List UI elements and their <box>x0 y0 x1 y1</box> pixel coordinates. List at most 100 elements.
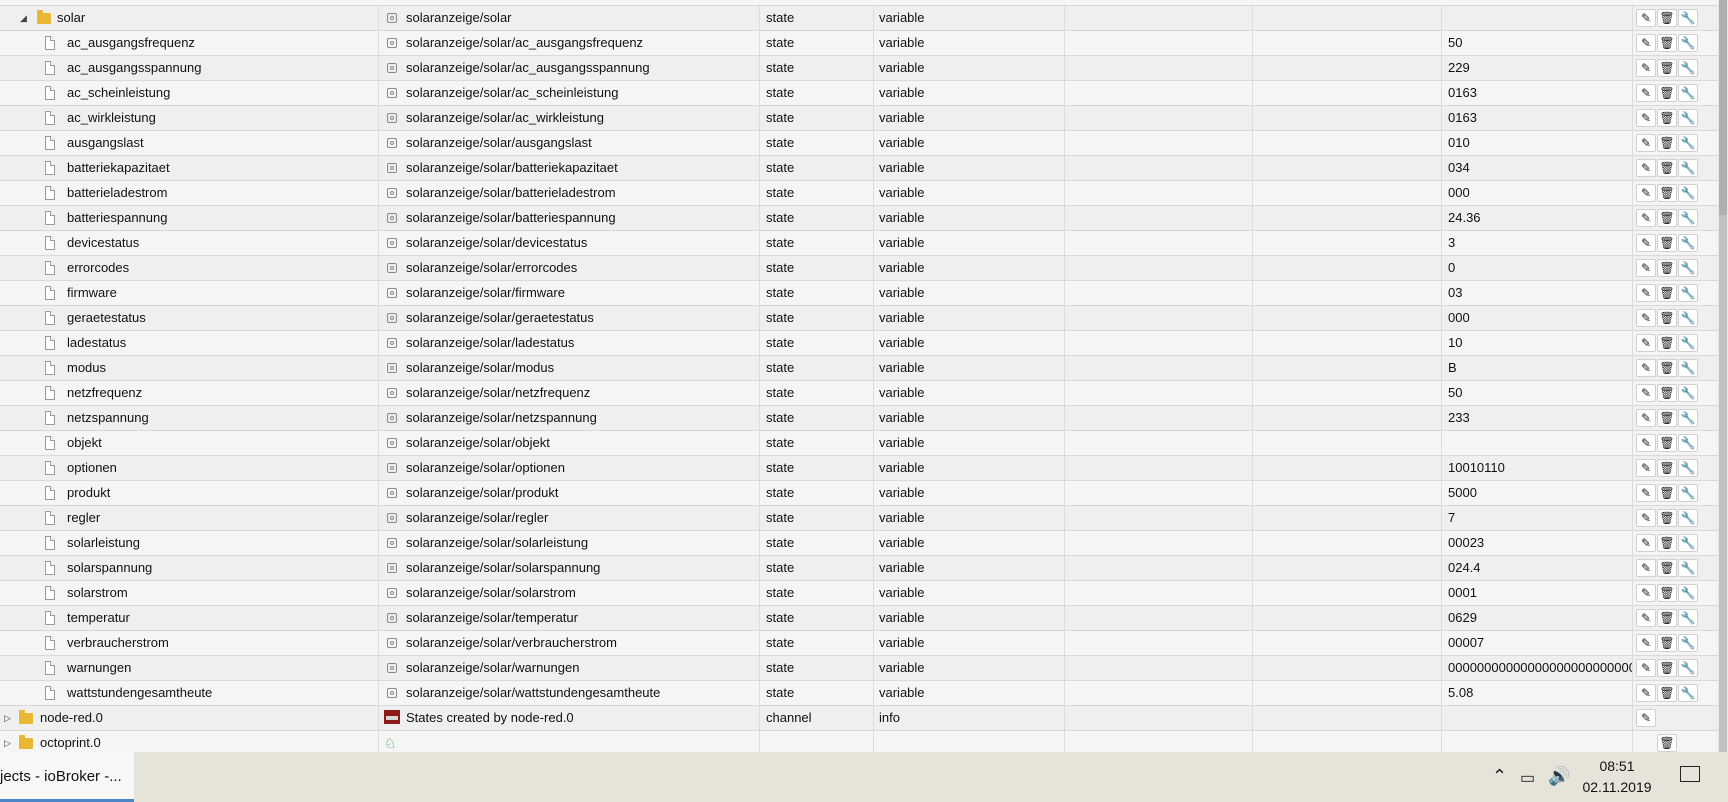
delete-icon[interactable]: 🗑 <box>1657 109 1677 127</box>
tree-row[interactable]: netzfrequenz solaranzeige/solar/netzfrequ… <box>0 381 1718 406</box>
tree-row[interactable]: geraetestatus solaranzeige/solar/geraetes… <box>0 306 1718 331</box>
delete-icon[interactable]: 🗑 <box>1657 334 1677 352</box>
tree-row[interactable]: warnungen solaranzeige/solar/warnungen sta… <box>0 656 1718 681</box>
wrench-icon[interactable]: 🔧 <box>1678 284 1698 302</box>
wrench-icon[interactable]: 🔧 <box>1678 184 1698 202</box>
edit-icon[interactable]: ✎ <box>1636 484 1656 502</box>
scrollbar-thumb[interactable] <box>1719 215 1727 752</box>
delete-icon[interactable]: 🗑 <box>1657 9 1677 27</box>
edit-icon[interactable]: ✎ <box>1636 184 1656 202</box>
edit-icon[interactable]: ✎ <box>1636 534 1656 552</box>
taskbar-clock[interactable]: 08:51 02.11.2019 <box>1580 756 1654 798</box>
edit-icon[interactable]: ✎ <box>1636 459 1656 477</box>
wrench-icon[interactable]: 🔧 <box>1678 609 1698 627</box>
edit-icon[interactable]: ✎ <box>1636 634 1656 652</box>
tree-row[interactable]: objekt solaranzeige/solar/objekt state vari… <box>0 431 1718 456</box>
edit-icon[interactable]: ✎ <box>1636 59 1656 77</box>
chevron-up-icon[interactable]: ⌃ <box>1492 766 1507 787</box>
wrench-icon[interactable]: 🔧 <box>1678 109 1698 127</box>
tree-row[interactable]: errorcodes solaranzeige/solar/errorcodes s… <box>0 256 1718 281</box>
tree-row[interactable]: ac_ausgangsspannung solaranzeige/solar/ac… <box>0 56 1718 81</box>
expand-arrow-icon[interactable]: ▷ <box>4 731 11 752</box>
edit-icon[interactable]: ✎ <box>1636 309 1656 327</box>
tree-row[interactable]: batteriespannung solaranzeige/solar/batte… <box>0 206 1718 231</box>
edit-icon[interactable]: ✎ <box>1636 359 1656 377</box>
wrench-icon[interactable]: 🔧 <box>1678 234 1698 252</box>
edit-icon[interactable]: ✎ <box>1636 409 1656 427</box>
wrench-icon[interactable]: 🔧 <box>1678 434 1698 452</box>
delete-icon[interactable]: 🗑 <box>1657 634 1677 652</box>
wrench-icon[interactable]: 🔧 <box>1678 659 1698 677</box>
delete-icon[interactable]: 🗑 <box>1657 559 1677 577</box>
edit-icon[interactable]: ✎ <box>1636 509 1656 527</box>
wrench-icon[interactable]: 🔧 <box>1678 684 1698 702</box>
collapse-arrow-icon[interactable]: ◢ <box>20 6 27 30</box>
delete-icon[interactable]: 🗑 <box>1657 309 1677 327</box>
delete-icon[interactable]: 🗑 <box>1657 509 1677 527</box>
delete-icon[interactable]: 🗑 <box>1657 209 1677 227</box>
taskbar-app-iobroker[interactable]: jects - ioBroker -... <box>0 752 134 802</box>
tree-row[interactable]: regler solaranzeige/solar/regler state vari… <box>0 506 1718 531</box>
delete-icon[interactable]: 🗑 <box>1657 184 1677 202</box>
tree-row[interactable]: solarleistung solaranzeige/solar/solarlei… <box>0 531 1718 556</box>
delete-icon[interactable]: 🗑 <box>1657 734 1677 752</box>
edit-icon[interactable]: ✎ <box>1636 209 1656 227</box>
wrench-icon[interactable]: 🔧 <box>1678 459 1698 477</box>
edit-icon[interactable]: ✎ <box>1636 659 1656 677</box>
tree-row[interactable]: ac_ausgangsfrequenz solaranzeige/solar/ac… <box>0 31 1718 56</box>
tree-row[interactable]: ausgangslast solaranzeige/solar/ausgangsl… <box>0 131 1718 156</box>
tree-row[interactable]: verbraucherstrom solaranzeige/solar/verbr… <box>0 631 1718 656</box>
edit-icon[interactable]: ✎ <box>1636 384 1656 402</box>
wrench-icon[interactable]: 🔧 <box>1678 159 1698 177</box>
wrench-icon[interactable]: 🔧 <box>1678 359 1698 377</box>
wrench-icon[interactable]: 🔧 <box>1678 559 1698 577</box>
tree-row[interactable]: firmware solaranzeige/solar/firmware state… <box>0 281 1718 306</box>
wrench-icon[interactable]: 🔧 <box>1678 384 1698 402</box>
edit-icon[interactable]: ✎ <box>1636 434 1656 452</box>
edit-icon[interactable]: ✎ <box>1636 109 1656 127</box>
edit-icon[interactable]: ✎ <box>1636 709 1656 727</box>
delete-icon[interactable]: 🗑 <box>1657 84 1677 102</box>
tree-row[interactable]: optionen solaranzeige/solar/optionen state… <box>0 456 1718 481</box>
edit-icon[interactable]: ✎ <box>1636 84 1656 102</box>
edit-icon[interactable]: ✎ <box>1636 234 1656 252</box>
wrench-icon[interactable]: 🔧 <box>1678 9 1698 27</box>
delete-icon[interactable]: 🗑 <box>1657 284 1677 302</box>
tree-row[interactable]: netzspannung solaranzeige/solar/netzspann… <box>0 406 1718 431</box>
edit-icon[interactable]: ✎ <box>1636 609 1656 627</box>
scrollbar-track-upper[interactable] <box>1719 0 1727 215</box>
tree-row[interactable]: ac_wirkleistung solaranzeige/solar/ac_wir… <box>0 106 1718 131</box>
delete-icon[interactable]: 🗑 <box>1657 484 1677 502</box>
wrench-icon[interactable]: 🔧 <box>1678 259 1698 277</box>
delete-icon[interactable]: 🗑 <box>1657 534 1677 552</box>
delete-icon[interactable]: 🗑 <box>1657 609 1677 627</box>
edit-icon[interactable]: ✎ <box>1636 284 1656 302</box>
tree-row[interactable]: solarspannung solaranzeige/solar/solarspa… <box>0 556 1718 581</box>
delete-icon[interactable]: 🗑 <box>1657 59 1677 77</box>
delete-icon[interactable]: 🗑 <box>1657 409 1677 427</box>
delete-icon[interactable]: 🗑 <box>1657 259 1677 277</box>
edit-icon[interactable]: ✎ <box>1636 34 1656 52</box>
delete-icon[interactable]: 🗑 <box>1657 134 1677 152</box>
wrench-icon[interactable]: 🔧 <box>1678 59 1698 77</box>
tree-row[interactable]: solarstrom solaranzeige/solar/solarstrom s… <box>0 581 1718 606</box>
wrench-icon[interactable]: 🔧 <box>1678 484 1698 502</box>
tree-row[interactable]: ac_scheinleistung solaranzeige/solar/ac_s… <box>0 81 1718 106</box>
tree-row[interactable]: ladestatus solaranzeige/solar/ladestatus s… <box>0 331 1718 356</box>
tree-row[interactable]: produkt solaranzeige/solar/produkt state va… <box>0 481 1718 506</box>
expand-arrow-icon[interactable]: ▷ <box>4 706 11 730</box>
network-icon[interactable]: ▭ <box>1520 768 1535 788</box>
tree-row[interactable]: temperatur solaranzeige/solar/temperatur s… <box>0 606 1718 631</box>
edit-icon[interactable]: ✎ <box>1636 584 1656 602</box>
wrench-icon[interactable]: 🔧 <box>1678 534 1698 552</box>
tree-row[interactable]: devicestatus solaranzeige/solar/devicesta… <box>0 231 1718 256</box>
tree-row-folder[interactable]: ▷ octoprint.0 ♘ 🗑 <box>0 731 1718 752</box>
wrench-icon[interactable]: 🔧 <box>1678 309 1698 327</box>
edit-icon[interactable]: ✎ <box>1636 134 1656 152</box>
tree-row[interactable]: modus solaranzeige/solar/modus state variab… <box>0 356 1718 381</box>
tree-row[interactable]: batteriekapazitaet solaranzeige/solar/bat… <box>0 156 1718 181</box>
edit-icon[interactable]: ✎ <box>1636 259 1656 277</box>
notification-icon[interactable] <box>1680 766 1700 782</box>
edit-icon[interactable]: ✎ <box>1636 334 1656 352</box>
wrench-icon[interactable]: 🔧 <box>1678 334 1698 352</box>
